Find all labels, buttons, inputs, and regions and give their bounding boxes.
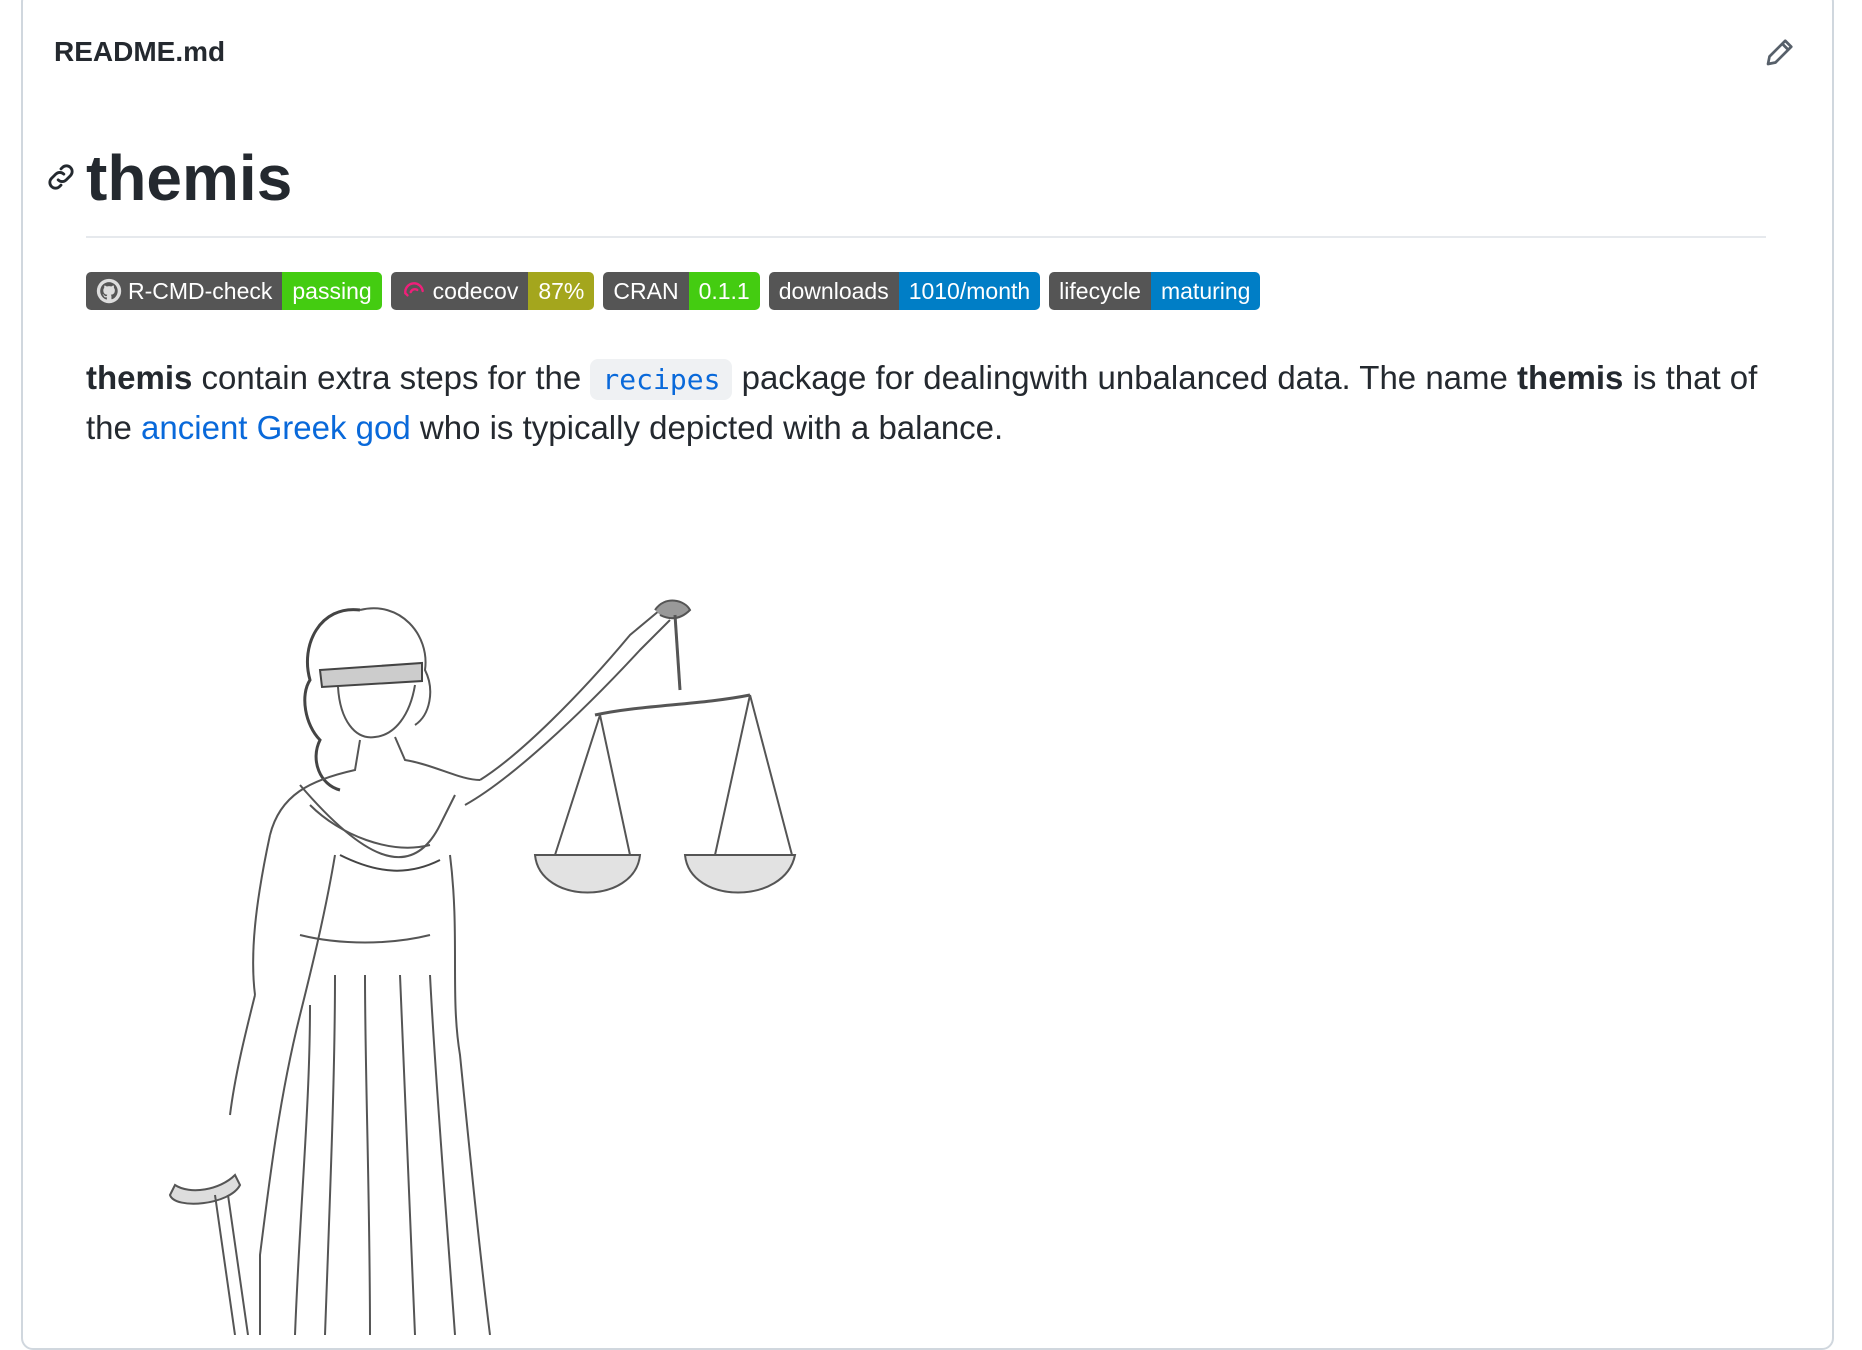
badge-cran[interactable]: CRAN 0.1.1 (603, 272, 760, 310)
edit-button[interactable] (1762, 34, 1798, 70)
pencil-icon (1766, 39, 1793, 66)
badge-label: R-CMD-check (86, 272, 283, 310)
badge-value: passing (282, 272, 382, 310)
badge-label: CRAN (603, 272, 689, 310)
badge-value: 0.1.1 (688, 272, 760, 310)
description-paragraph: themis contain extra steps for the recip… (86, 354, 1786, 452)
badge-downloads[interactable]: downloads 1010/month (768, 272, 1041, 310)
badge-label-text: codecov (432, 278, 519, 304)
page-title: themis (86, 142, 293, 214)
codecov-icon (403, 282, 424, 297)
bold-term: themis (1517, 359, 1624, 396)
badge-value: 87% (528, 272, 595, 310)
badge-label-text: R-CMD-check (128, 278, 273, 304)
bold-term: themis (86, 359, 193, 396)
badge-label: downloads (768, 272, 899, 310)
heading-divider (86, 236, 1766, 238)
inline-code: recipes (590, 359, 733, 400)
badge-value: maturing (1150, 272, 1261, 310)
text: package for dealingwith unbalanced data.… (732, 359, 1518, 396)
themis-illustration (168, 599, 797, 1335)
greek-god-link[interactable]: ancient Greek god (141, 409, 411, 446)
text: contain extra steps for the (192, 359, 591, 396)
link-icon (48, 164, 74, 190)
badge-r-cmd-check[interactable]: R-CMD-check passing (86, 272, 382, 310)
github-icon (96, 278, 122, 304)
badge-value: 1010/month (898, 272, 1041, 310)
badge-lifecycle[interactable]: lifecycle maturing (1049, 272, 1261, 310)
badge-codecov[interactable]: codecov 87% (390, 272, 595, 310)
badge-row: R-CMD-check passing codecov 87% CRAN 0.1… (86, 272, 1261, 310)
text: who is typically depicted with a balance… (410, 409, 1004, 446)
readme-filename: README.md (54, 36, 226, 67)
badge-label: lifecycle (1049, 272, 1151, 310)
heading-anchor-link[interactable] (44, 160, 80, 196)
badge-label: codecov (390, 272, 529, 310)
